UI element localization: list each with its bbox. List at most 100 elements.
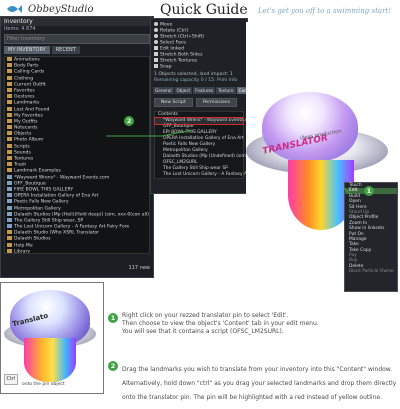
inventory-item-label: Objects (14, 131, 32, 137)
checkbox-icon (154, 64, 158, 68)
inventory-window[interactable]: Inventory Items: 4 874 Filter Inventory … (0, 16, 154, 278)
inventory-item-label: Landmark Examples (14, 168, 61, 174)
inventory-item-label: Poetic Falls New Gallery (14, 199, 69, 205)
inventory-item-label: Calling Cards (14, 69, 45, 75)
folder-icon (7, 63, 12, 68)
inventory-item-label: My Outfits (14, 119, 38, 125)
inventory-item-label: The Lost Unicorn Gallery - A Fantasy Art… (14, 224, 130, 230)
folder-icon (7, 81, 12, 86)
inventory-item-label: Library (14, 249, 31, 254)
inventory-item-label: Favorites (14, 88, 35, 94)
tab-my-inventory[interactable]: MY INVENTORY (4, 46, 50, 54)
content-buttons: New Script Permissions (154, 98, 244, 107)
edit-option-label: Select Face (160, 40, 187, 46)
inventory-title: Inventory (1, 17, 153, 26)
landmark-icon (7, 186, 12, 191)
landmark-icon (7, 180, 12, 185)
folder-icon (7, 75, 12, 80)
inventory-item-label: Textures (14, 156, 34, 162)
edit-option-checkbox[interactable]: Snap (151, 64, 247, 70)
tab-texture[interactable]: Texture (216, 87, 236, 94)
tab-object[interactable]: Object (174, 87, 193, 94)
inventory-list[interactable]: Animations Body Parts Calling Cards Clothin… (4, 56, 150, 254)
folder-icon (7, 168, 12, 173)
inventory-item-label: OPERA Installation Gallery of Ena Art (14, 193, 99, 199)
edit-option-label: Edit linked (160, 46, 185, 52)
inventory-item-label: Gestures (14, 94, 35, 100)
tab-recent[interactable]: RECENT (51, 46, 80, 54)
step-2-instructions: Drag the landmarks you wish to translate… (122, 360, 398, 409)
step-1-line: You will see that it contains a script (… (122, 328, 284, 336)
step-2-line: onto the translator pin. The pin will be… (122, 394, 382, 402)
checkbox-icon (154, 52, 158, 56)
inventory-item-label: Animations (14, 57, 40, 63)
ctrl-key-icon: Ctrl (4, 374, 18, 385)
inventory-landmark-item[interactable]: Dalaeth Studios (Mp (Heli)(Hold deep)) (… (5, 211, 149, 218)
folder-icon (7, 112, 12, 117)
edit-window[interactable]: Move Rotate (Ctrl) Stretch (Ctrl+Shift) Sel… (150, 18, 258, 194)
inventory-item-label: Landmarks (14, 100, 40, 106)
step-2-line: Alternatively, hold down "ctrl" as you d… (122, 380, 397, 388)
inventory-item-label: Clothing (14, 76, 34, 82)
folder-icon (7, 57, 12, 61)
inventory-item-label: Dalaeth Studios (Mp (Heli)(Hold deep)) (… (14, 212, 149, 218)
inventory-tabs: MY INVENTORY RECENT (4, 46, 150, 54)
radio-icon (154, 22, 158, 26)
step-1-line: Then choose to view the object's 'Conten… (122, 320, 319, 328)
content-list[interactable]: Contents *Wayward Wrens* - Wayward Events… (154, 111, 258, 179)
landmark-icon (7, 211, 12, 216)
object-context-menu[interactable]: Touch Edit Build Open Sit Here Stand Up Object… (344, 182, 398, 292)
landmark-icon (7, 224, 12, 229)
tab-general[interactable]: General (153, 87, 174, 94)
checkbox-icon (154, 46, 158, 50)
folder-icon (7, 69, 12, 74)
step-1-line: Right click on your rezzed translator pi… (122, 312, 289, 319)
step-2-badge-inventory: 2 (124, 116, 134, 126)
inventory-search-input[interactable]: Filter Inventory (4, 34, 150, 44)
menu-item-block-particle-owner: Block Particle Owner (349, 269, 395, 275)
step-1-badge-menu: 1 (364, 186, 374, 196)
folder-icon (7, 242, 12, 247)
new-script-button[interactable]: New Script (154, 98, 193, 107)
remaining-capacity: Remaining capacity 0 / 15: Prim info (154, 78, 238, 83)
inset-pin-base (24, 338, 76, 382)
inventory-count: Items: 4 874 (4, 26, 36, 32)
folder-icon (7, 106, 12, 111)
folder-icon (7, 100, 12, 105)
brand-name: ObbeyStudio (28, 4, 94, 15)
edit-option-label: Rotate (Ctrl) (160, 28, 189, 34)
guide-title: Quick Guide (160, 2, 248, 18)
edit-option-label: Stretch Textures (160, 58, 198, 64)
inventory-footer: 117 new (4, 265, 150, 273)
folder-icon (7, 87, 12, 92)
landmark-icon (7, 205, 12, 210)
edit-tabs: GeneralObjectFeaturesTextureContent (153, 87, 258, 94)
edit-option-label: Snap (160, 64, 172, 70)
folder-icon (7, 137, 12, 142)
edit-option-label: Stretch Both Sides (160, 52, 203, 58)
inventory-item-label: My Favorites (14, 113, 43, 119)
tab-features[interactable]: Features (193, 87, 216, 94)
inventory-item-label: Help Me (14, 243, 33, 249)
edit-tool-options: Move Rotate (Ctrl) Stretch (Ctrl+Shift) Sel… (151, 22, 247, 70)
inventory-item-label: Dalaeth Studio (Who XSRL Translator (14, 230, 100, 236)
inventory-item-label: The Gallery Still Ship wear, SP (14, 218, 84, 224)
radio-icon (154, 28, 158, 32)
step-1-instructions: Right click on your rezzed translator pi… (122, 312, 398, 337)
landmark-icon (7, 199, 12, 204)
step-2-line: Drag the landmarks you wish to translate… (122, 366, 393, 373)
landmark-icon (7, 217, 12, 222)
inventory-item-label: Metropolitan Gallery (14, 206, 61, 211)
inventory-item-label: Photo Album (14, 137, 44, 143)
edit-option-label: Stretch (Ctrl+Shift) (160, 34, 205, 40)
inventory-item-label: FIRE BOWL THIS GALLERY (14, 187, 74, 193)
inventory-folder[interactable]: Library (5, 248, 149, 254)
inventory-item-label: Notecards (14, 125, 38, 131)
inventory-item-label: Trash (14, 162, 27, 168)
inventory-item-label: Current Outfit (14, 82, 46, 88)
step-1-badge: 1 (108, 313, 118, 323)
content-item[interactable]: The Lost Unicorn Gallery - A Fantasy Art… (155, 172, 258, 178)
radio-icon (154, 34, 158, 38)
permissions-button[interactable]: Permissions (195, 98, 237, 107)
inventory-item-label: *Wayward Wrens* - Wayward Events.com (14, 175, 110, 181)
